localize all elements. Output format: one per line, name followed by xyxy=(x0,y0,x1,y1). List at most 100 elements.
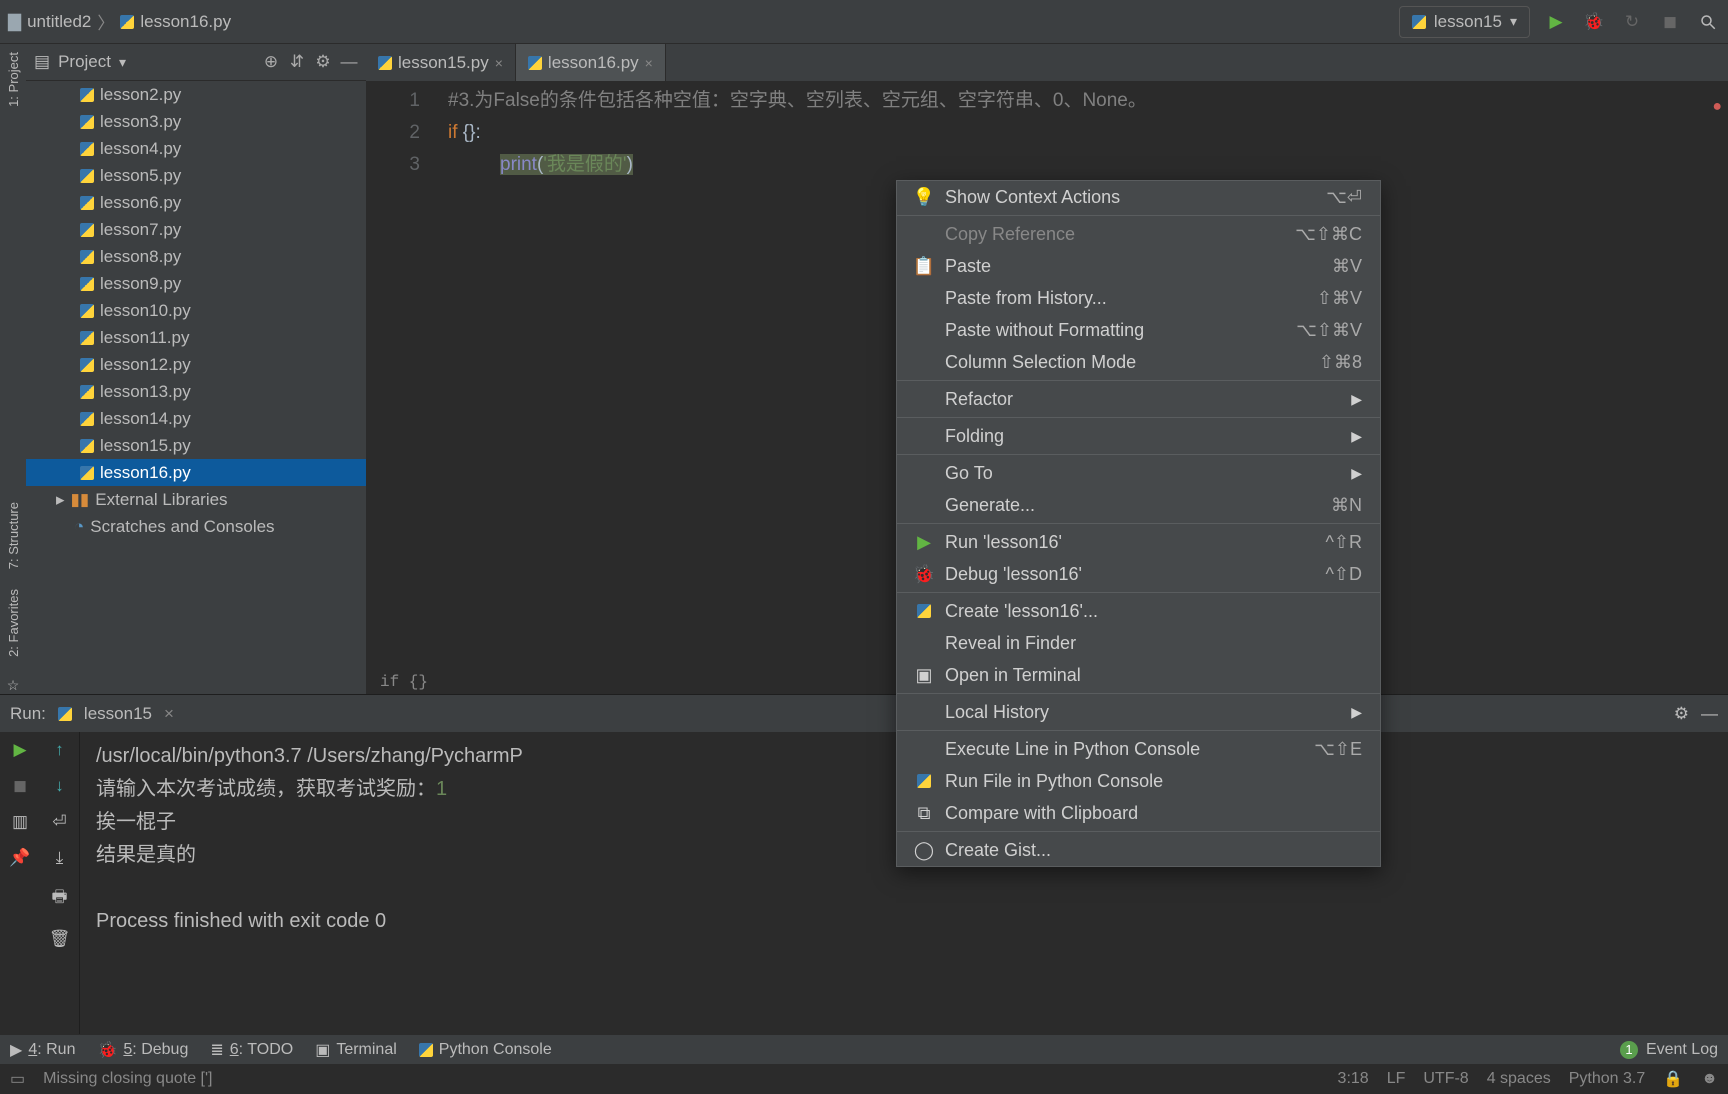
context-menu-item[interactable]: ▣Open in Terminal xyxy=(897,659,1380,691)
lock-icon[interactable]: 🔒 xyxy=(1663,1069,1683,1089)
tool-terminal[interactable]: ▣Terminal xyxy=(315,1040,397,1060)
up-button[interactable]: ↑ xyxy=(55,740,64,760)
collapse-icon[interactable]: ⇵ xyxy=(288,52,306,72)
context-menu-item[interactable]: 📋Paste⌘V xyxy=(897,250,1380,282)
console-input: 1 xyxy=(436,778,447,800)
project-file-item[interactable]: lesson16.py xyxy=(26,459,366,486)
python-file-icon xyxy=(378,56,392,70)
breadcrumb-file[interactable]: lesson16.py xyxy=(120,12,231,32)
context-menu-item[interactable]: ▶Run 'lesson16'^⇧R xyxy=(897,526,1380,558)
context-menu-item[interactable]: Column Selection Mode⇧⌘8 xyxy=(897,346,1380,378)
context-menu-item[interactable]: Execute Line in Python Console ⌥⇧E xyxy=(897,733,1380,765)
tool-run[interactable]: ▶4: Run xyxy=(10,1040,75,1060)
python-file-icon xyxy=(80,196,94,210)
rail-project[interactable]: 1: Project xyxy=(6,52,21,107)
close-tab-icon[interactable]: × xyxy=(495,55,503,71)
context-menu-item[interactable]: ⧉Compare with Clipboard xyxy=(897,797,1380,829)
scroll-button[interactable]: ⤓ xyxy=(56,848,64,868)
rerun-button[interactable]: ▶ xyxy=(13,740,26,760)
context-menu-item[interactable]: Local History▶ xyxy=(897,696,1380,728)
gear-icon[interactable]: ⚙ xyxy=(1674,704,1689,724)
project-file-item[interactable]: lesson7.py xyxy=(26,216,366,243)
run-button[interactable]: ▶ xyxy=(1544,10,1568,34)
indent[interactable]: 4 spaces xyxy=(1487,1070,1551,1088)
stop-button[interactable]: ◼ xyxy=(1658,10,1682,34)
event-log-button[interactable]: Event Log xyxy=(1646,1041,1718,1059)
menu-shortcut: ⌥⇧E xyxy=(1314,739,1362,760)
python-file-icon xyxy=(80,142,94,156)
editor-tab[interactable]: lesson16.py× xyxy=(516,44,666,81)
context-menu-item[interactable]: 💡Show Context Actions⌥⏎ xyxy=(897,181,1380,213)
tool-todo[interactable]: ≣6: TODO xyxy=(210,1040,293,1060)
close-tab-icon[interactable]: × xyxy=(645,55,653,71)
context-menu-item[interactable]: Generate...⌘N xyxy=(897,489,1380,521)
external-libraries[interactable]: ▸ ▮▮ External Libraries xyxy=(26,486,366,513)
file-name: lesson8.py xyxy=(100,247,181,267)
gear-icon[interactable]: ⚙ xyxy=(314,52,332,72)
rail-favorites[interactable]: 2: Favorites xyxy=(6,589,21,657)
locate-icon[interactable]: ⊕ xyxy=(262,52,280,72)
submenu-arrow-icon: ▶ xyxy=(1351,428,1362,445)
python-file-icon xyxy=(1412,15,1426,29)
minimize-icon[interactable]: — xyxy=(1701,704,1718,724)
rail-structure[interactable]: 7: Structure xyxy=(6,502,21,569)
tool-pyconsole[interactable]: Python Console xyxy=(419,1041,552,1059)
context-menu-item[interactable]: Folding▶ xyxy=(897,420,1380,452)
encoding[interactable]: UTF-8 xyxy=(1423,1070,1468,1088)
context-menu-item[interactable]: Refactor▶ xyxy=(897,383,1380,415)
error-stripe-icon[interactable]: ● xyxy=(1712,91,1722,123)
context-menu-item[interactable]: 🐞Debug 'lesson16'^⇧D xyxy=(897,558,1380,590)
interpreter[interactable]: Python 3.7 xyxy=(1569,1070,1646,1088)
breadcrumb-bar: ▇ untitled2 〉 lesson16.py lesson15 ▾ ▶ 🐞… xyxy=(0,0,1728,44)
project-file-item[interactable]: lesson3.py xyxy=(26,108,366,135)
project-file-item[interactable]: lesson4.py xyxy=(26,135,366,162)
breadcrumb-folder[interactable]: ▇ untitled2 xyxy=(8,12,91,32)
down-button[interactable]: ↓ xyxy=(55,776,64,796)
project-file-item[interactable]: lesson15.py xyxy=(26,432,366,459)
context-menu-item[interactable]: Create 'lesson16'... xyxy=(897,595,1380,627)
file-name: lesson11.py xyxy=(100,328,189,348)
project-tree[interactable]: lesson2.pylesson3.pylesson4.pylesson5.py… xyxy=(26,81,366,694)
context-menu-item[interactable]: Paste from History...⇧⌘V xyxy=(897,282,1380,314)
hector-icon[interactable]: ☻ xyxy=(1701,1070,1718,1088)
project-file-item[interactable]: lesson10.py xyxy=(26,297,366,324)
paste-icon: 📋 xyxy=(915,256,933,277)
project-file-item[interactable]: lesson8.py xyxy=(26,243,366,270)
context-menu-item[interactable]: Run File in Python Console xyxy=(897,765,1380,797)
scratches-node[interactable]: ◔ Scratches and Consoles xyxy=(26,513,366,540)
minimize-icon[interactable]: — xyxy=(340,52,358,72)
context-menu[interactable]: 💡Show Context Actions⌥⏎ Copy Reference⌥⇧⌘… xyxy=(896,180,1381,867)
project-file-item[interactable]: lesson14.py xyxy=(26,405,366,432)
context-menu-item[interactable]: Paste without Formatting⌥⇧⌘V xyxy=(897,314,1380,346)
project-file-item[interactable]: lesson9.py xyxy=(26,270,366,297)
trash-button[interactable]: 🗑 xyxy=(49,929,71,949)
editor-tab[interactable]: lesson15.py× xyxy=(366,44,516,81)
debug-button[interactable]: 🐞 xyxy=(1582,10,1606,34)
project-file-item[interactable]: lesson12.py xyxy=(26,351,366,378)
python-file-icon xyxy=(80,331,94,345)
layout-button[interactable]: ▥ xyxy=(12,812,28,832)
coverage-button[interactable]: ↻ xyxy=(1620,10,1644,34)
project-file-item[interactable]: lesson2.py xyxy=(26,81,366,108)
caret-position[interactable]: 3:18 xyxy=(1338,1070,1369,1088)
print-button[interactable]: 🖶 xyxy=(51,884,67,913)
tool-debug[interactable]: 🐞5: Debug xyxy=(97,1040,188,1060)
project-file-item[interactable]: lesson6.py xyxy=(26,189,366,216)
context-menu-item[interactable]: Reveal in Finder xyxy=(897,627,1380,659)
run-config-dropdown[interactable]: lesson15 ▾ xyxy=(1399,6,1530,38)
project-file-item[interactable]: lesson5.py xyxy=(26,162,366,189)
project-file-item[interactable]: lesson13.py xyxy=(26,378,366,405)
menu-label: Execute Line in Python Console xyxy=(945,739,1200,760)
close-icon[interactable]: × xyxy=(164,704,174,724)
line-sep[interactable]: LF xyxy=(1387,1070,1406,1088)
context-menu-item[interactable]: Copy Reference⌥⇧⌘C xyxy=(897,218,1380,250)
context-menu-item[interactable]: Go To▶ xyxy=(897,457,1380,489)
pin-button[interactable]: 📌 xyxy=(9,848,30,868)
panel-title-icon: ▤ xyxy=(34,52,50,72)
context-menu-item[interactable]: ◯Create Gist... xyxy=(897,834,1380,866)
stop-run-button[interactable]: ◼ xyxy=(13,776,27,796)
project-file-item[interactable]: lesson11.py xyxy=(26,324,366,351)
chevron-down-icon[interactable]: ▾ xyxy=(119,54,126,71)
wrap-button[interactable]: ⏎ xyxy=(52,812,66,832)
search-everywhere-button[interactable] xyxy=(1696,10,1720,34)
